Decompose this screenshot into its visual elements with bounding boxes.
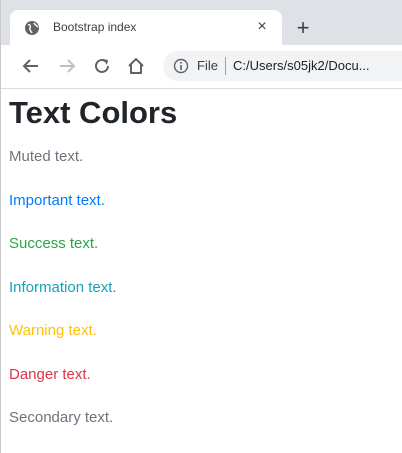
- browser-toolbar: File C:/Users/s05jk2/Docu...: [1, 45, 402, 89]
- danger-text: Danger text.: [9, 366, 91, 383]
- browser-window: Bootstrap index × + File C:/Users/s05jk2…: [0, 0, 402, 453]
- url-text[interactable]: C:/Users/s05jk2/Docu...: [233, 58, 370, 73]
- tab-bootstrap-index[interactable]: Bootstrap index ×: [10, 10, 282, 46]
- page-title: Text Colors: [9, 95, 178, 130]
- close-tab-icon[interactable]: ×: [254, 18, 270, 36]
- reload-icon[interactable]: [92, 56, 112, 76]
- important-text: Important text.: [9, 192, 105, 209]
- back-arrow-icon[interactable]: [21, 56, 41, 76]
- page-content: Text Colors Muted text. Important text. …: [1, 89, 402, 453]
- globe-icon: [25, 21, 39, 35]
- url-scheme-label: File: [197, 58, 218, 73]
- tab-strip: Bootstrap index × +: [1, 0, 402, 46]
- info-icon[interactable]: [173, 58, 189, 74]
- information-text: Information text.: [9, 279, 117, 296]
- warning-text: Warning text.: [9, 322, 97, 339]
- url-separator: [225, 57, 226, 75]
- success-text: Success text.: [9, 235, 99, 252]
- tab-title: Bootstrap index: [53, 20, 137, 34]
- new-tab-button[interactable]: +: [293, 17, 313, 39]
- forward-arrow-icon[interactable]: [57, 56, 77, 76]
- muted-text: Muted text.: [9, 148, 84, 165]
- address-bar[interactable]: File C:/Users/s05jk2/Docu...: [163, 51, 402, 81]
- secondary-text: Secondary text.: [9, 409, 114, 426]
- home-icon[interactable]: [126, 56, 146, 76]
